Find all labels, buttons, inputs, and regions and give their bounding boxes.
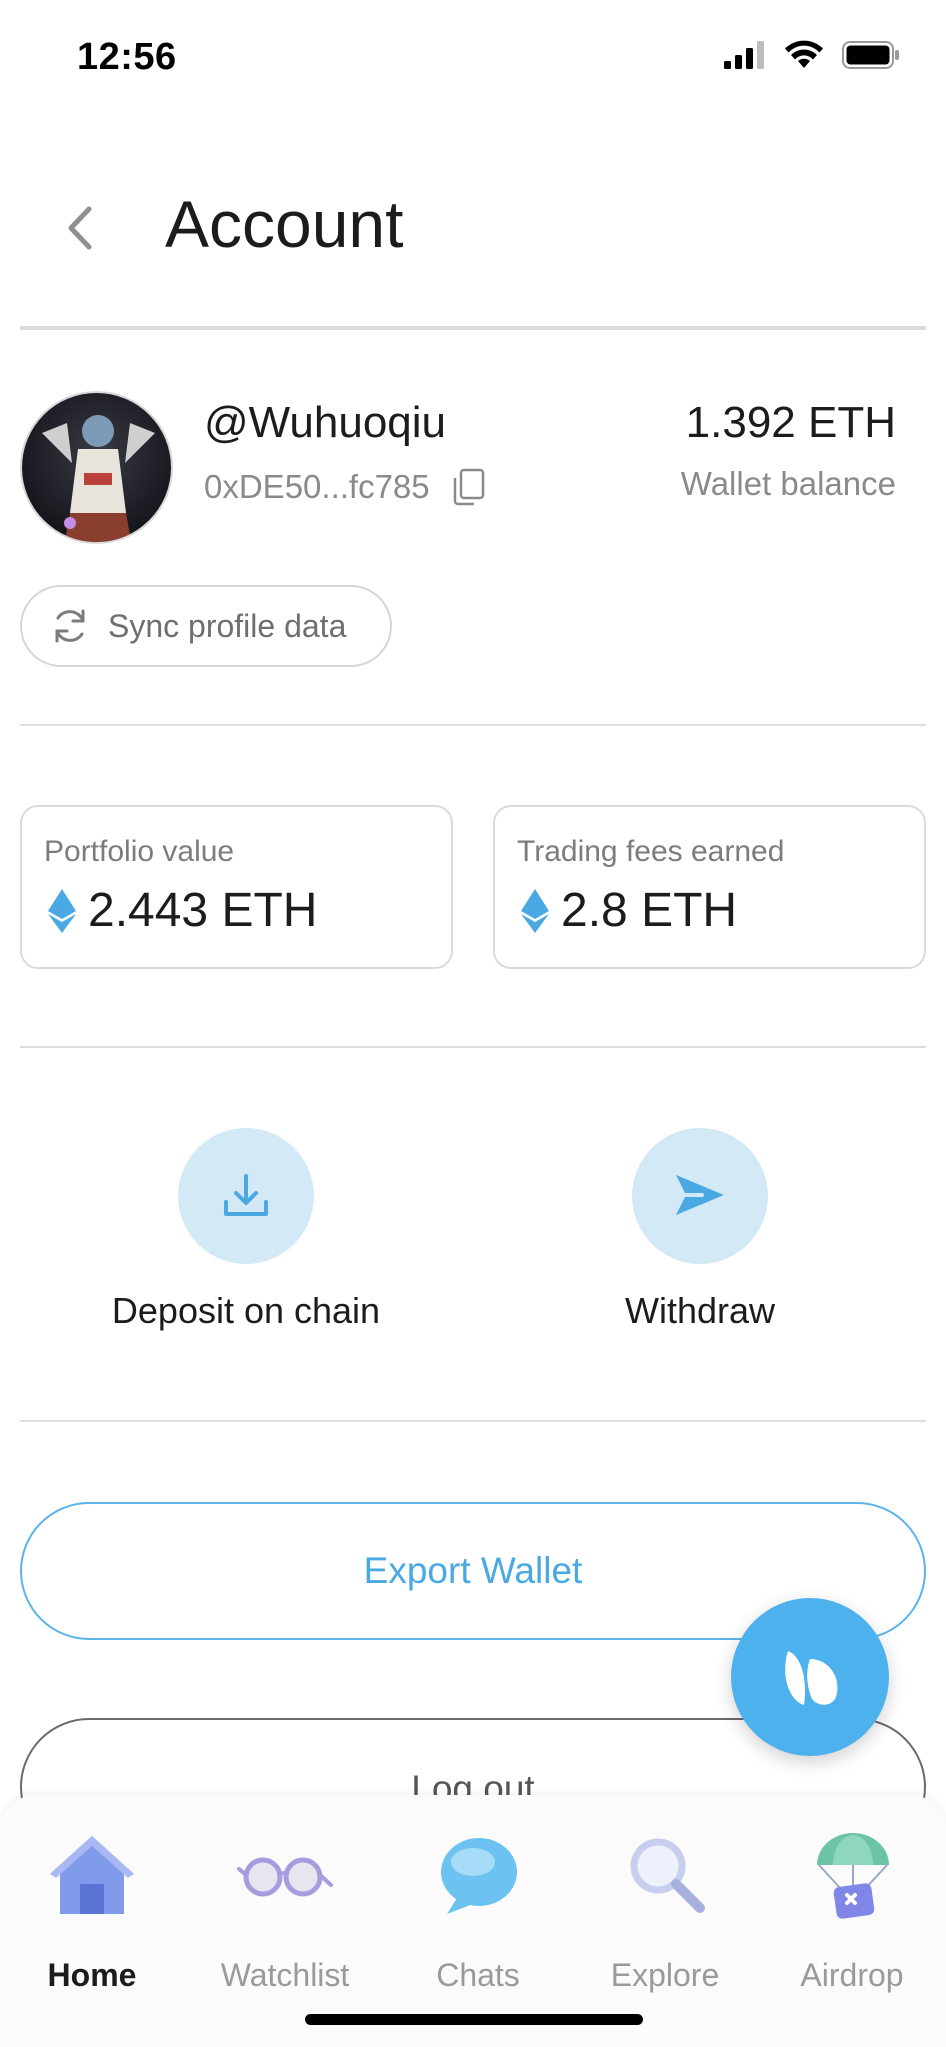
deposit-on-chain-button[interactable]: Deposit on chain bbox=[96, 1128, 396, 1332]
withdraw-icon-circle bbox=[632, 1128, 768, 1264]
withdraw-label: Withdraw bbox=[624, 1290, 776, 1331]
trading-fees-label: Trading fees earned bbox=[517, 835, 785, 868]
portfolio-value: 2.443 ETH bbox=[88, 884, 318, 937]
nav-chats-label: Chats bbox=[436, 1957, 520, 1993]
avatar bbox=[20, 391, 173, 544]
copy-icon[interactable] bbox=[452, 468, 486, 506]
wallet-balance-label: Wallet balance bbox=[680, 465, 896, 502]
status-bar: 12:56 bbox=[0, 0, 946, 120]
nav-watchlist-label: Watchlist bbox=[220, 1957, 350, 1993]
username: @Wuhuoqiu bbox=[204, 398, 446, 447]
ethereum-icon bbox=[521, 888, 549, 933]
refresh-icon bbox=[55, 609, 85, 643]
nav-explore[interactable]: Explore bbox=[575, 1825, 755, 1994]
wifi-icon bbox=[785, 40, 823, 68]
nav-airdrop-label: Airdrop bbox=[800, 1957, 904, 1993]
floating-assistant-button[interactable] bbox=[731, 1598, 889, 1756]
nav-chats[interactable]: Chats bbox=[388, 1825, 568, 1994]
home-icon bbox=[42, 1825, 142, 1925]
cellular-signal-icon bbox=[724, 41, 764, 69]
home-indicator bbox=[305, 2014, 643, 2025]
bottom-nav: Home Watchlist Chats Explore Airdrop bbox=[0, 1795, 946, 2047]
battery-icon bbox=[842, 41, 899, 69]
send-icon bbox=[676, 1175, 724, 1215]
magnifier-icon bbox=[615, 1825, 715, 1925]
sync-profile-button[interactable]: Sync profile data bbox=[20, 585, 392, 667]
deposit-label: Deposit on chain bbox=[111, 1290, 381, 1331]
portfolio-value-card: Portfolio value 2.443 ETH bbox=[20, 805, 453, 969]
wallet-balance-value: 1.392 ETH bbox=[685, 398, 896, 447]
divider bbox=[20, 724, 926, 726]
wallet-address-row: 0xDE50...fc785 bbox=[204, 468, 486, 506]
trading-fees-row: 2.8 ETH bbox=[521, 883, 737, 938]
chevron-left-icon bbox=[68, 206, 92, 250]
wallet-address: 0xDE50...fc785 bbox=[204, 468, 430, 505]
app-logo-icon bbox=[785, 1651, 838, 1705]
status-icons bbox=[724, 40, 900, 70]
sync-profile-label: Sync profile data bbox=[108, 607, 347, 644]
glasses-icon bbox=[235, 1825, 335, 1925]
deposit-icon-circle bbox=[178, 1128, 314, 1264]
avatar-image bbox=[22, 393, 171, 542]
divider bbox=[20, 1046, 926, 1048]
portfolio-value-label: Portfolio value bbox=[44, 835, 235, 868]
trading-fees-card: Trading fees earned 2.8 ETH bbox=[493, 805, 926, 969]
download-icon bbox=[224, 1174, 268, 1216]
nav-airdrop[interactable]: Airdrop bbox=[762, 1825, 942, 1994]
header-divider bbox=[20, 326, 926, 330]
parachute-gift-icon bbox=[802, 1825, 902, 1925]
status-time: 12:56 bbox=[77, 36, 177, 78]
trading-fees-value: 2.8 ETH bbox=[561, 884, 738, 937]
nav-watchlist[interactable]: Watchlist bbox=[195, 1825, 375, 1994]
header: Account bbox=[0, 150, 946, 300]
chat-bubble-icon bbox=[428, 1825, 528, 1925]
nav-home[interactable]: Home bbox=[2, 1825, 182, 1994]
portfolio-value-row: 2.443 ETH bbox=[48, 883, 317, 938]
nav-explore-label: Explore bbox=[610, 1957, 720, 1993]
back-button[interactable] bbox=[52, 200, 108, 256]
page-title: Account bbox=[165, 187, 404, 261]
divider bbox=[20, 1420, 926, 1422]
ethereum-icon bbox=[48, 888, 76, 933]
withdraw-button[interactable]: Withdraw bbox=[550, 1128, 850, 1332]
nav-home-label: Home bbox=[47, 1957, 137, 1993]
export-wallet-label: Export Wallet bbox=[363, 1550, 583, 1591]
